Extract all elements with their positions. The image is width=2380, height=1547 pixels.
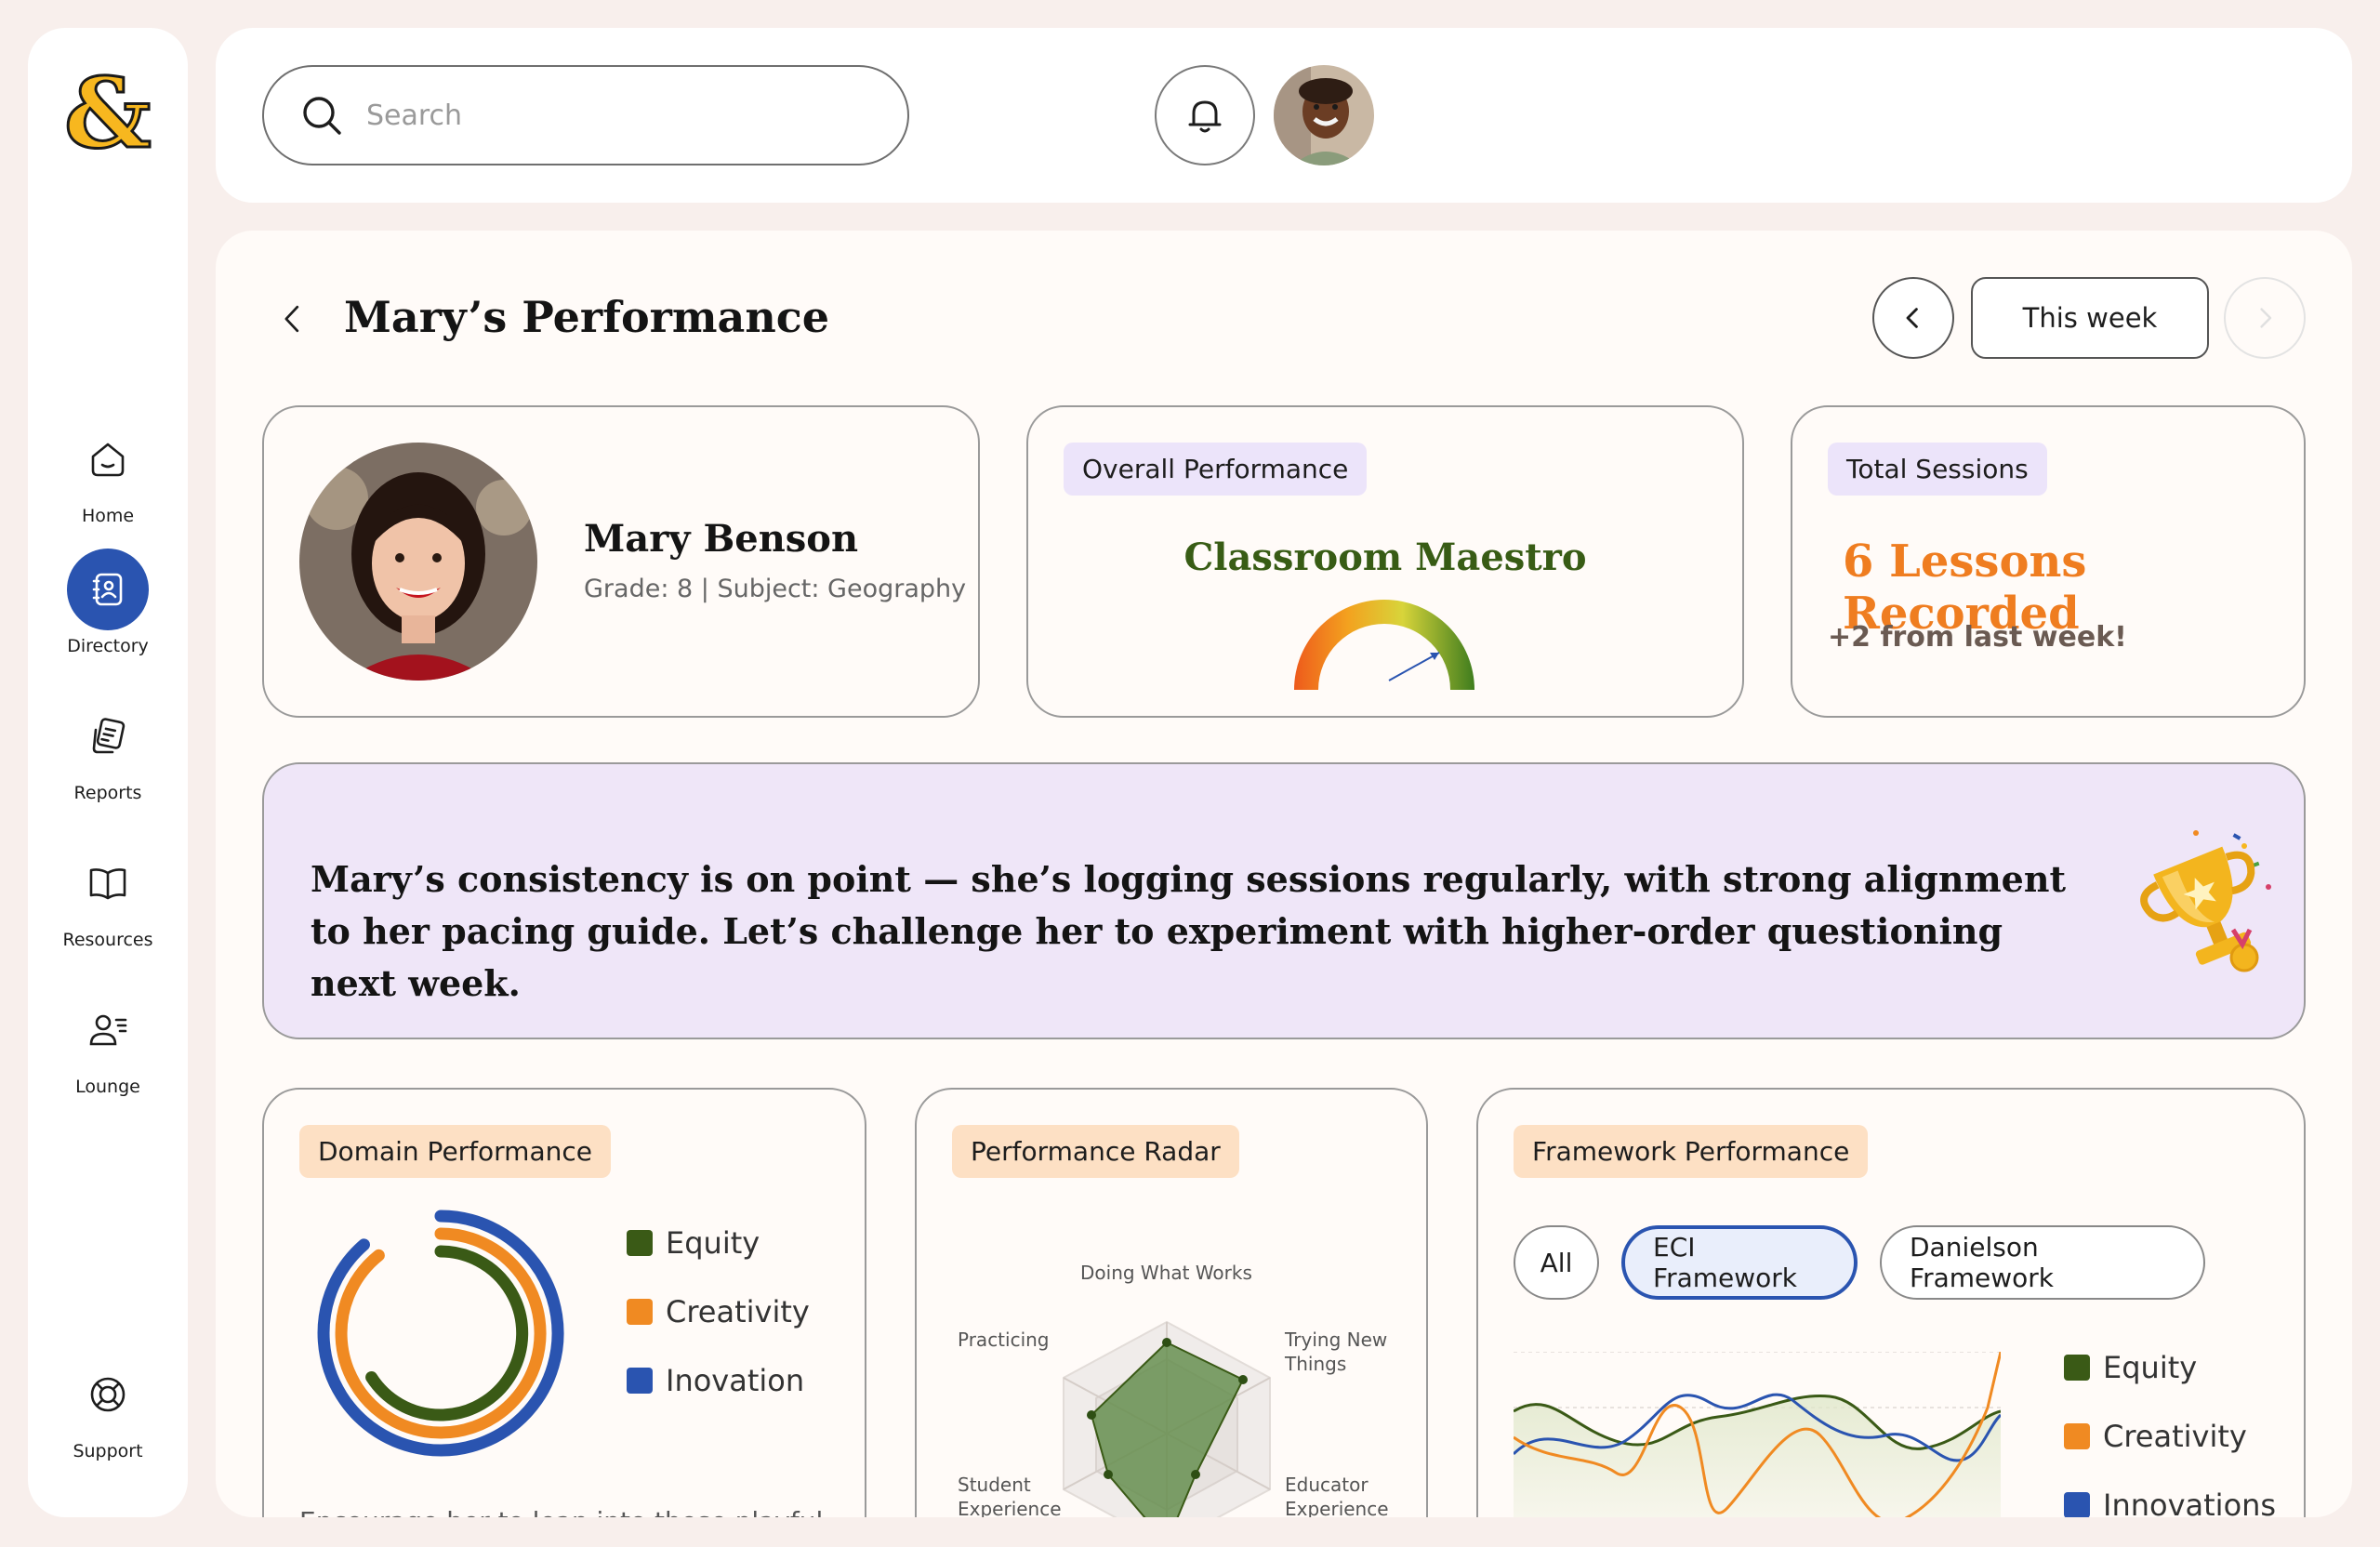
sidebar: & Home Directory Reports Resources Loung… xyxy=(28,28,188,1517)
sidebar-item-home[interactable]: Home xyxy=(28,418,188,526)
total-sessions-tag: Total Sessions xyxy=(1828,443,2047,496)
sidebar-item-label: Directory xyxy=(67,636,149,656)
legend-item-innovations: Innovations xyxy=(2064,1488,2276,1517)
search-icon xyxy=(303,97,341,135)
teacher-profile-card: Mary Benson Grade: 8 | Subject: Geograph… xyxy=(262,405,980,718)
sidebar-item-label: Reports xyxy=(73,783,142,803)
radar-axis-label: Practicing xyxy=(958,1329,1050,1351)
search-input[interactable] xyxy=(366,99,887,132)
overall-performance-tag: Overall Performance xyxy=(1064,443,1368,496)
framework-legend: Equity Creativity Innovations xyxy=(2064,1350,2276,1517)
main-panel: Mary’s Performance This week Mary Benson… xyxy=(216,231,2352,1517)
overall-performance-card: Overall Performance Classroom Maestro xyxy=(1026,405,1744,718)
domain-performance-tag: Domain Performance xyxy=(299,1125,611,1178)
sidebar-item-support[interactable]: Support xyxy=(28,1354,188,1461)
notifications-button[interactable] xyxy=(1155,65,1255,165)
next-week-button[interactable] xyxy=(2224,277,2306,359)
svg-text:&: & xyxy=(64,69,152,162)
bell-icon xyxy=(1188,100,1222,133)
framework-performance-card: Framework Performance All ECI Framework … xyxy=(1476,1088,2306,1517)
teacher-photo xyxy=(299,443,537,681)
reports-icon xyxy=(92,718,126,754)
chevron-right-icon xyxy=(2260,308,2272,328)
legend-item-creativity: Creativity xyxy=(2064,1419,2276,1454)
home-icon xyxy=(91,443,125,477)
framework-performance-tag: Framework Performance xyxy=(1514,1125,1869,1178)
filter-danielson-framework[interactable]: Danielson Framework xyxy=(1880,1225,2205,1300)
sidebar-item-label: Home xyxy=(81,506,135,526)
legend-item-equity: Equity xyxy=(627,1225,810,1261)
performance-gauge xyxy=(1294,600,1474,690)
radar-chart xyxy=(1063,1320,1271,1517)
total-sessions-card: Total Sessions 6 Lessons Recorded +2 fro… xyxy=(1791,405,2306,718)
radar-axis-label: Trying New Things xyxy=(1285,1329,1388,1375)
user-avatar[interactable] xyxy=(1274,65,1374,165)
insight-banner: Mary’s consistency is on point — she’s l… xyxy=(262,762,2306,1039)
legend-item-equity: Equity xyxy=(2064,1350,2276,1385)
domain-radial-chart xyxy=(317,1210,564,1457)
performance-level: Classroom Maestro xyxy=(1183,536,1587,579)
radar-axis-label: Doing What Works xyxy=(1080,1262,1252,1284)
chevron-left-icon xyxy=(284,305,299,333)
domain-performance-card: Domain Performance Equity Creativity Ino… xyxy=(262,1088,866,1517)
sidebar-item-label: Lounge xyxy=(75,1077,140,1097)
sidebar-item-label: Resources xyxy=(62,930,153,950)
lifebuoy-icon xyxy=(90,1377,126,1412)
page-title: Mary’s Performance xyxy=(344,292,830,342)
search-bar[interactable] xyxy=(262,65,909,165)
lounge-icon xyxy=(89,1014,127,1046)
chevron-left-icon xyxy=(1906,308,1918,328)
sidebar-item-reports[interactable]: Reports xyxy=(28,695,188,803)
ampersand-logo[interactable]: & xyxy=(61,69,154,162)
filter-all[interactable]: All xyxy=(1514,1225,1599,1300)
sidebar-item-directory[interactable]: Directory xyxy=(28,549,188,656)
domain-legend: Equity Creativity Inovation xyxy=(627,1225,810,1432)
sidebar-item-lounge[interactable]: Lounge xyxy=(28,989,188,1097)
back-button[interactable] xyxy=(270,296,316,342)
legend-item-innovation: Inovation xyxy=(627,1363,810,1398)
performance-radar-card: Performance Radar Doing What Works Tryin… xyxy=(915,1088,1428,1517)
filter-eci-framework[interactable]: ECI Framework xyxy=(1621,1225,1858,1300)
previous-week-button[interactable] xyxy=(1872,277,1954,359)
legend-item-creativity: Creativity xyxy=(627,1294,810,1329)
trophy-icon xyxy=(2140,830,2271,972)
radar-axis-label: Educator Experience xyxy=(1285,1474,1389,1517)
directory-icon xyxy=(92,573,123,606)
domain-note: Encourage her to lean into those playful xyxy=(299,1506,823,1517)
teacher-grade-subject: Grade: 8 | Subject: Geography xyxy=(584,575,967,603)
week-selector[interactable]: This week xyxy=(1971,277,2209,359)
sidebar-item-resources[interactable]: Resources xyxy=(28,842,188,950)
top-bar xyxy=(216,28,2352,203)
performance-radar-tag: Performance Radar xyxy=(952,1125,1239,1178)
book-icon xyxy=(89,868,126,900)
sidebar-item-label: Support xyxy=(73,1441,143,1461)
insight-text: Mary’s consistency is on point — she’s l… xyxy=(311,858,2067,1004)
framework-line-chart xyxy=(1514,1352,2001,1517)
sessions-change: +2 from last week! xyxy=(1828,621,2127,654)
teacher-name: Mary Benson xyxy=(584,517,859,561)
